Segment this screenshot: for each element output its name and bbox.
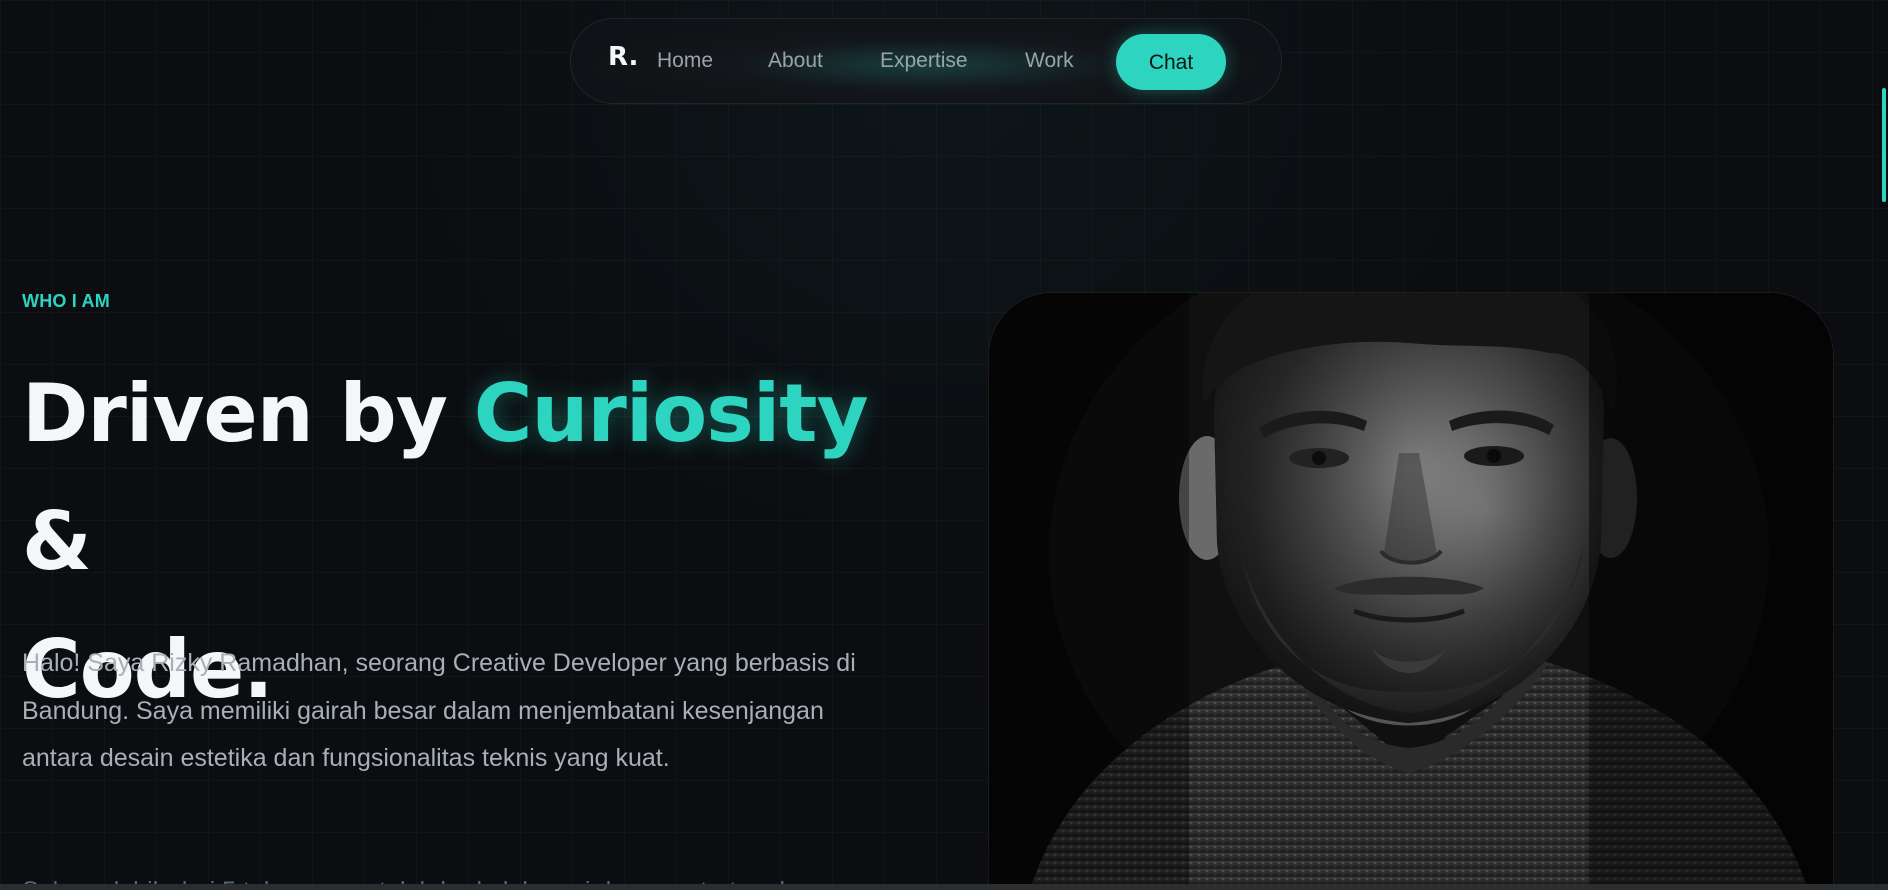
logo[interactable]: R. xyxy=(608,42,638,72)
chat-button[interactable]: Chat xyxy=(1116,34,1226,90)
nav-link-work[interactable]: Work xyxy=(1025,49,1074,73)
headline-accent: Curiosity xyxy=(473,367,869,460)
portrait-photo-icon xyxy=(989,293,1833,890)
headline-part1: Driven by xyxy=(22,367,474,460)
nav-link-expertise[interactable]: Expertise xyxy=(880,49,968,73)
section-eyebrow: WHO I AM xyxy=(22,291,110,311)
scrollbar-thumb[interactable] xyxy=(1882,88,1886,202)
nav-link-about[interactable]: About xyxy=(768,49,823,73)
portrait-card xyxy=(988,292,1834,890)
top-navigation: R. Home About Expertise Work Chat xyxy=(570,18,1282,104)
bio-paragraph: Halo! Saya Rizky Ramadhan, seorang Creat… xyxy=(22,649,856,772)
headline-part2: & xyxy=(22,495,92,588)
page: R. Home About Expertise Work Chat WHO I … xyxy=(0,0,1888,890)
bottom-bar xyxy=(0,884,1888,890)
nav-link-home[interactable]: Home xyxy=(657,49,713,73)
scrollbar-track[interactable] xyxy=(1880,0,1888,890)
